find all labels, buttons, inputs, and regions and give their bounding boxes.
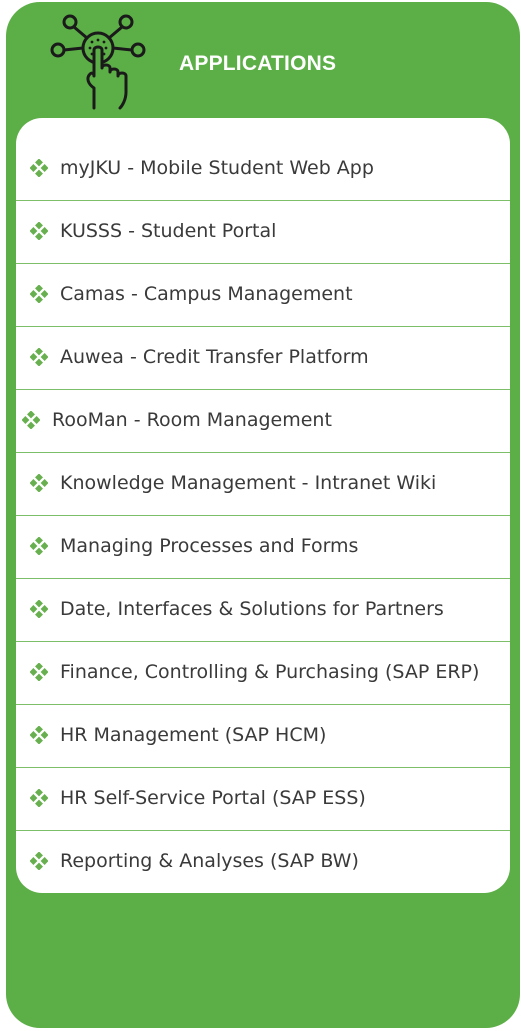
list-item-label: HR Management (SAP HCM) xyxy=(60,724,327,746)
diamond-bullet-icon xyxy=(30,726,48,744)
header-title: APPLICATIONS xyxy=(179,52,337,75)
list-item-label: Auwea - Credit Transfer Platform xyxy=(60,346,369,368)
list-item[interactable]: Finance, Controlling & Purchasing (SAP E… xyxy=(16,642,510,705)
diamond-bullet-icon xyxy=(30,159,48,177)
applications-list: myJKU - Mobile Student Web App KUSSS - S… xyxy=(16,138,510,893)
list-item[interactable]: Auwea - Credit Transfer Platform xyxy=(16,327,510,390)
list-item-label: Finance, Controlling & Purchasing (SAP E… xyxy=(60,661,480,683)
list-item[interactable]: Date, Interfaces & Solutions for Partner… xyxy=(16,579,510,642)
diamond-bullet-icon xyxy=(22,411,40,429)
list-item[interactable]: RooMan - Room Management xyxy=(16,390,510,453)
list-item-label: KUSSS - Student Portal xyxy=(60,220,277,242)
list-item-label: Reporting & Analyses (SAP BW) xyxy=(60,850,359,872)
diamond-bullet-icon xyxy=(30,852,48,870)
list-item[interactable]: myJKU - Mobile Student Web App xyxy=(16,138,510,201)
list-item-label: Camas - Campus Management xyxy=(60,283,353,305)
list-item[interactable]: KUSSS - Student Portal xyxy=(16,201,510,264)
diamond-bullet-icon xyxy=(30,789,48,807)
list-item[interactable]: Knowledge Management - Intranet Wiki xyxy=(16,453,510,516)
list-item-label: Knowledge Management - Intranet Wiki xyxy=(60,472,437,494)
list-item[interactable]: Camas - Campus Management xyxy=(16,264,510,327)
diamond-bullet-icon xyxy=(30,663,48,681)
list-item[interactable]: Managing Processes and Forms xyxy=(16,516,510,579)
diamond-bullet-icon xyxy=(30,474,48,492)
list-item[interactable]: HR Self-Service Portal (SAP ESS) xyxy=(16,768,510,831)
applications-panel: myJKU - Mobile Student Web App KUSSS - S… xyxy=(16,118,510,893)
diamond-bullet-icon xyxy=(30,348,48,366)
diamond-bullet-icon xyxy=(30,222,48,240)
diamond-bullet-icon xyxy=(30,537,48,555)
list-item-label: Date, Interfaces & Solutions for Partner… xyxy=(60,598,444,620)
diamond-bullet-icon xyxy=(30,285,48,303)
list-item-label: myJKU - Mobile Student Web App xyxy=(60,157,374,179)
list-item-label: HR Self-Service Portal (SAP ESS) xyxy=(60,787,366,809)
list-item-label: RooMan - Room Management xyxy=(52,409,332,431)
list-item[interactable]: Reporting & Analyses (SAP BW) xyxy=(16,831,510,893)
diamond-bullet-icon xyxy=(30,600,48,618)
list-item-label: Managing Processes and Forms xyxy=(60,535,359,557)
touch-network-icon xyxy=(50,14,146,110)
applications-card: APPLICATIONS myJKU - Mobile Student Web … xyxy=(6,2,520,1028)
list-item[interactable]: HR Management (SAP HCM) xyxy=(16,705,510,768)
